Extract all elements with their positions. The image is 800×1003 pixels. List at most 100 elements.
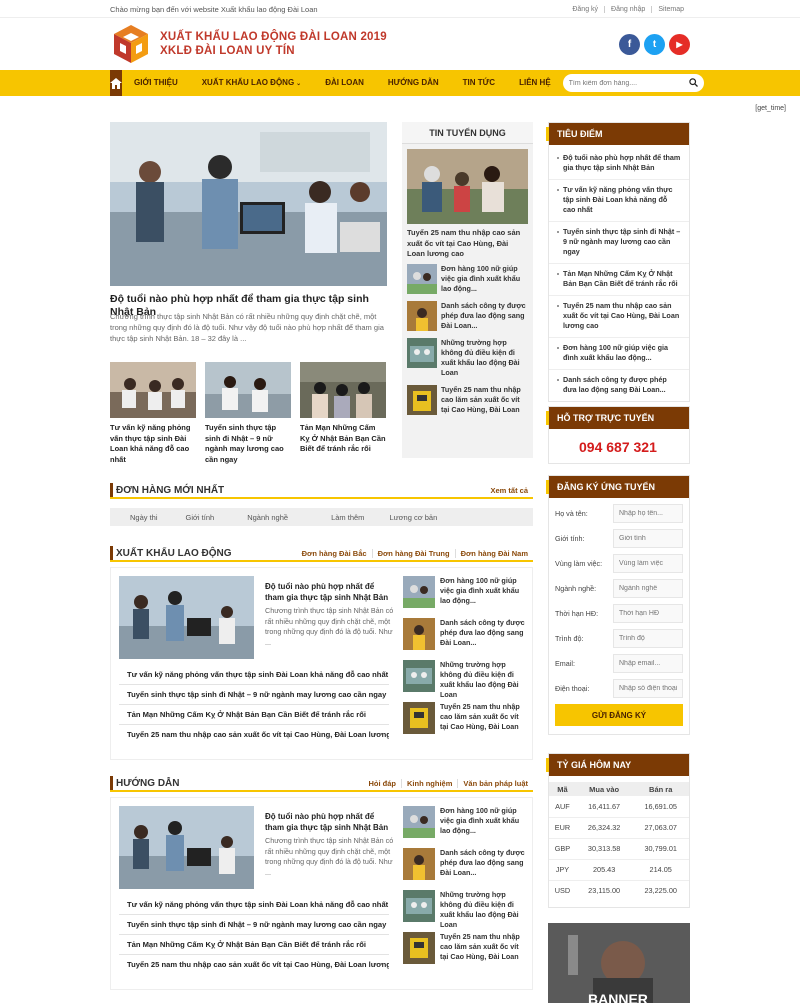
thumb-image[interactable] [407, 337, 437, 368]
list-item-title[interactable]: Tuyển 25 nam thu nhập cao lăm sản xuất ố… [440, 932, 528, 965]
list-item[interactable]: Tuyển 25 nam thu nhập cao sản xuất ốc ví… [119, 955, 389, 975]
sidebar-banner[interactable]: BANNER [548, 923, 690, 1003]
facebook-icon[interactable]: f [619, 33, 640, 55]
tab-dai-bac[interactable]: Đơn hàng Đài Bắc [297, 549, 372, 558]
thumb-image[interactable] [403, 890, 435, 922]
region-field[interactable] [613, 554, 683, 573]
list-item[interactable]: Đơn hàng 100 nữ giúp việc gia đình xuất … [402, 263, 533, 294]
list-item-title[interactable]: Đơn hàng 100 nữ giúp việc gia đình xuất … [440, 576, 528, 609]
thumb-image[interactable] [403, 702, 435, 734]
nav-item-gioi-thieu[interactable]: GIỚI THIỆU [122, 70, 190, 96]
list-item[interactable]: Tuyển sinh thực tập sinh đi Nhật – 9 nữ … [119, 915, 389, 935]
youtube-icon[interactable]: ▶ [669, 33, 690, 55]
search-input[interactable] [568, 79, 689, 87]
list-item[interactable]: Tuyển sinh thực tập sinh đi Nhật – 9 nữ … [119, 685, 389, 705]
thumb-image[interactable] [403, 932, 435, 964]
list-item[interactable]: Những trường hợp không đủ điều kiện đi x… [403, 660, 528, 699]
list-item-title[interactable]: Danh sách công ty được phép đưa lao động… [441, 301, 528, 331]
register-link[interactable]: Đăng ký [566, 6, 604, 13]
nav-item-xkld[interactable]: XUẤT KHẨU LAO ĐỘNG ⌄ [190, 70, 313, 96]
list-item[interactable]: Danh sách công ty được phép đưa lao động… [549, 370, 689, 401]
thumb-title[interactable]: Tuyển sinh thực tập sinh đi Nhật – 9 nữ … [205, 423, 291, 465]
block-image[interactable] [119, 576, 254, 659]
block-title[interactable]: Độ tuổi nào phù hợp nhất để tham gia thự… [265, 811, 395, 833]
tin-big-title[interactable]: Tuyển 25 nam thu nhập cao sản xuất ốc ví… [402, 224, 533, 264]
nav-item-dai-loan[interactable]: ĐÀI LOAN [313, 70, 376, 96]
logo-icon[interactable] [110, 23, 152, 65]
list-item[interactable]: Tản Mạn Những Cấm Kỵ Ở Nhật Bản Bạn Cần … [119, 705, 389, 725]
tab-dai-nam[interactable]: Đơn hàng Đài Nam [454, 548, 533, 558]
list-item[interactable]: Đơn hàng 100 nữ giúp việc gia đình xuất … [403, 806, 528, 839]
gender-field[interactable] [613, 529, 683, 548]
list-item[interactable]: Tuyển 25 nam thu nhập cao lăm sản xuất ố… [403, 702, 528, 735]
block-image[interactable] [119, 806, 254, 889]
list-item[interactable]: Tuyển 25 nam thu nhập cao sản xuất ốc ví… [119, 725, 389, 745]
contract-term-field[interactable] [613, 604, 683, 623]
tab-kinh-nghiem[interactable]: Kinh nghiệm [400, 778, 457, 788]
list-item[interactable]: Tư vấn kỹ năng phỏng vấn thực tập sinh Đ… [119, 665, 389, 685]
twitter-icon[interactable]: t [644, 33, 665, 55]
list-item-title[interactable]: Danh sách công ty được phép đưa lao động… [440, 618, 528, 651]
thumb-image[interactable] [407, 263, 437, 294]
sitemap-link[interactable]: Sitemap [651, 5, 690, 13]
list-item[interactable]: Danh sách công ty được phép đưa lao động… [402, 300, 533, 331]
brand[interactable]: XUẤT KHẨU LAO ĐỘNG ĐÀI LOAN 2019 XKLĐ ĐÀ… [110, 23, 387, 65]
tab-van-ban-phap-luat[interactable]: Văn bản pháp luật [457, 778, 533, 788]
list-item-title[interactable]: Những trường hợp không đủ điều kiện đi x… [440, 890, 528, 929]
thumb-image[interactable] [205, 362, 291, 418]
nav-item-tin-tuc[interactable]: TIN TỨC [451, 70, 507, 96]
list-item[interactable]: Tản Mạn Những Cấm Kỵ Ở Nhật Bản Bạn Cần … [119, 935, 389, 955]
list-item-title[interactable]: Danh sách công ty được phép đưa lao động… [440, 848, 528, 881]
thumb-image[interactable] [403, 576, 435, 608]
nav-item-lien-he[interactable]: LIÊN HỆ [507, 70, 563, 96]
thumb-image[interactable] [403, 660, 435, 692]
home-icon[interactable] [110, 70, 122, 96]
list-item[interactable]: Tuyển sinh thực tập sinh đi Nhật – 9 nữ … [205, 362, 291, 465]
industry-field[interactable] [613, 579, 683, 598]
block-title[interactable]: Độ tuổi nào phù hợp nhất để tham gia thự… [265, 581, 395, 603]
search-icon[interactable] [688, 77, 698, 89]
thumb-image[interactable] [403, 848, 435, 880]
name-field[interactable] [613, 504, 683, 523]
list-item[interactable]: Đơn hàng 100 nữ giúp việc gia đình xuất … [403, 576, 528, 609]
list-item[interactable]: Độ tuổi nào phù hợp nhất để tham gia thự… [549, 148, 689, 180]
list-item-title[interactable]: Những trường hợp không đủ điều kiện đi x… [441, 338, 528, 378]
list-item-title[interactable]: Đơn hàng 100 nữ giúp việc gia đình xuất … [441, 264, 528, 294]
list-item[interactable]: Những trường hợp không đủ điều kiện đi x… [402, 337, 533, 378]
list-item[interactable]: Đơn hàng 100 nữ giúp việc gia đình xuất … [549, 338, 689, 370]
thumb-image[interactable] [407, 384, 437, 415]
thumb-image[interactable] [403, 618, 435, 650]
thumb-title[interactable]: Tản Mạn Những Cấm Kỵ Ở Nhật Bản Bạn Cần … [300, 423, 386, 455]
education-field[interactable] [613, 629, 683, 648]
list-item[interactable]: Tuyển 25 nam thu nhập cao lăm sản xuất ố… [403, 932, 528, 965]
list-item-title[interactable]: Những trường hợp không đủ điều kiện đi x… [440, 660, 528, 699]
list-item[interactable]: Tản Mạn Những Cấm Kỵ Ở Nhật Bản Bạn Cần … [300, 362, 386, 465]
hotline-phone[interactable]: 094 687 321 [549, 429, 689, 463]
login-link[interactable]: Đăng nhập [604, 5, 651, 13]
list-item[interactable]: Tư vấn kỹ năng phỏng vấn thực tập sinh Đ… [110, 362, 196, 465]
email-field[interactable] [613, 654, 683, 673]
tab-dai-trung[interactable]: Đơn hàng Đài Trung [371, 548, 455, 558]
phone-field[interactable] [613, 679, 683, 698]
thumb-image[interactable] [407, 300, 437, 331]
submit-button[interactable]: GỬI ĐĂNG KÝ [555, 704, 683, 726]
list-item[interactable]: Danh sách công ty được phép đưa lao động… [403, 848, 528, 881]
list-item[interactable]: Tuyển 25 nam thu nhập cao sản xuất ốc ví… [549, 296, 689, 338]
list-item[interactable]: Tư vấn kỹ năng phỏng vấn thực tập sinh Đ… [119, 895, 389, 915]
featured-image[interactable] [110, 122, 387, 286]
thumb-image[interactable] [300, 362, 386, 418]
list-item-title[interactable]: Tuyển 25 nam thu nhập cao lăm sản xuất ố… [440, 702, 528, 735]
list-item-title[interactable]: Tuyển 25 nam thu nhập cao lăm sản xuất ố… [441, 385, 528, 415]
list-item[interactable]: Tản Mạn Những Cấm Kỵ Ở Nhật Bản Bạn Cần … [549, 264, 689, 296]
thumb-title[interactable]: Tư vấn kỹ năng phỏng vấn thực tập sinh Đ… [110, 423, 196, 465]
view-all-link[interactable]: Xem tất cả [485, 486, 533, 495]
thumb-image[interactable] [403, 806, 435, 838]
nav-item-huong-dan[interactable]: HƯỚNG DẪN [376, 70, 451, 96]
tin-big-image[interactable] [407, 149, 528, 224]
tab-hoi-dap[interactable]: Hỏi đáp [363, 779, 401, 788]
list-item[interactable]: Tư vấn kỹ năng phỏng vấn thực tập sinh Đ… [549, 180, 689, 222]
thumb-image[interactable] [110, 362, 196, 418]
list-item[interactable]: Tuyển sinh thực tập sinh đi Nhật – 9 nữ … [549, 222, 689, 264]
list-item[interactable]: Danh sách công ty được phép đưa lao động… [403, 618, 528, 651]
list-item-title[interactable]: Đơn hàng 100 nữ giúp việc gia đình xuất … [440, 806, 528, 839]
